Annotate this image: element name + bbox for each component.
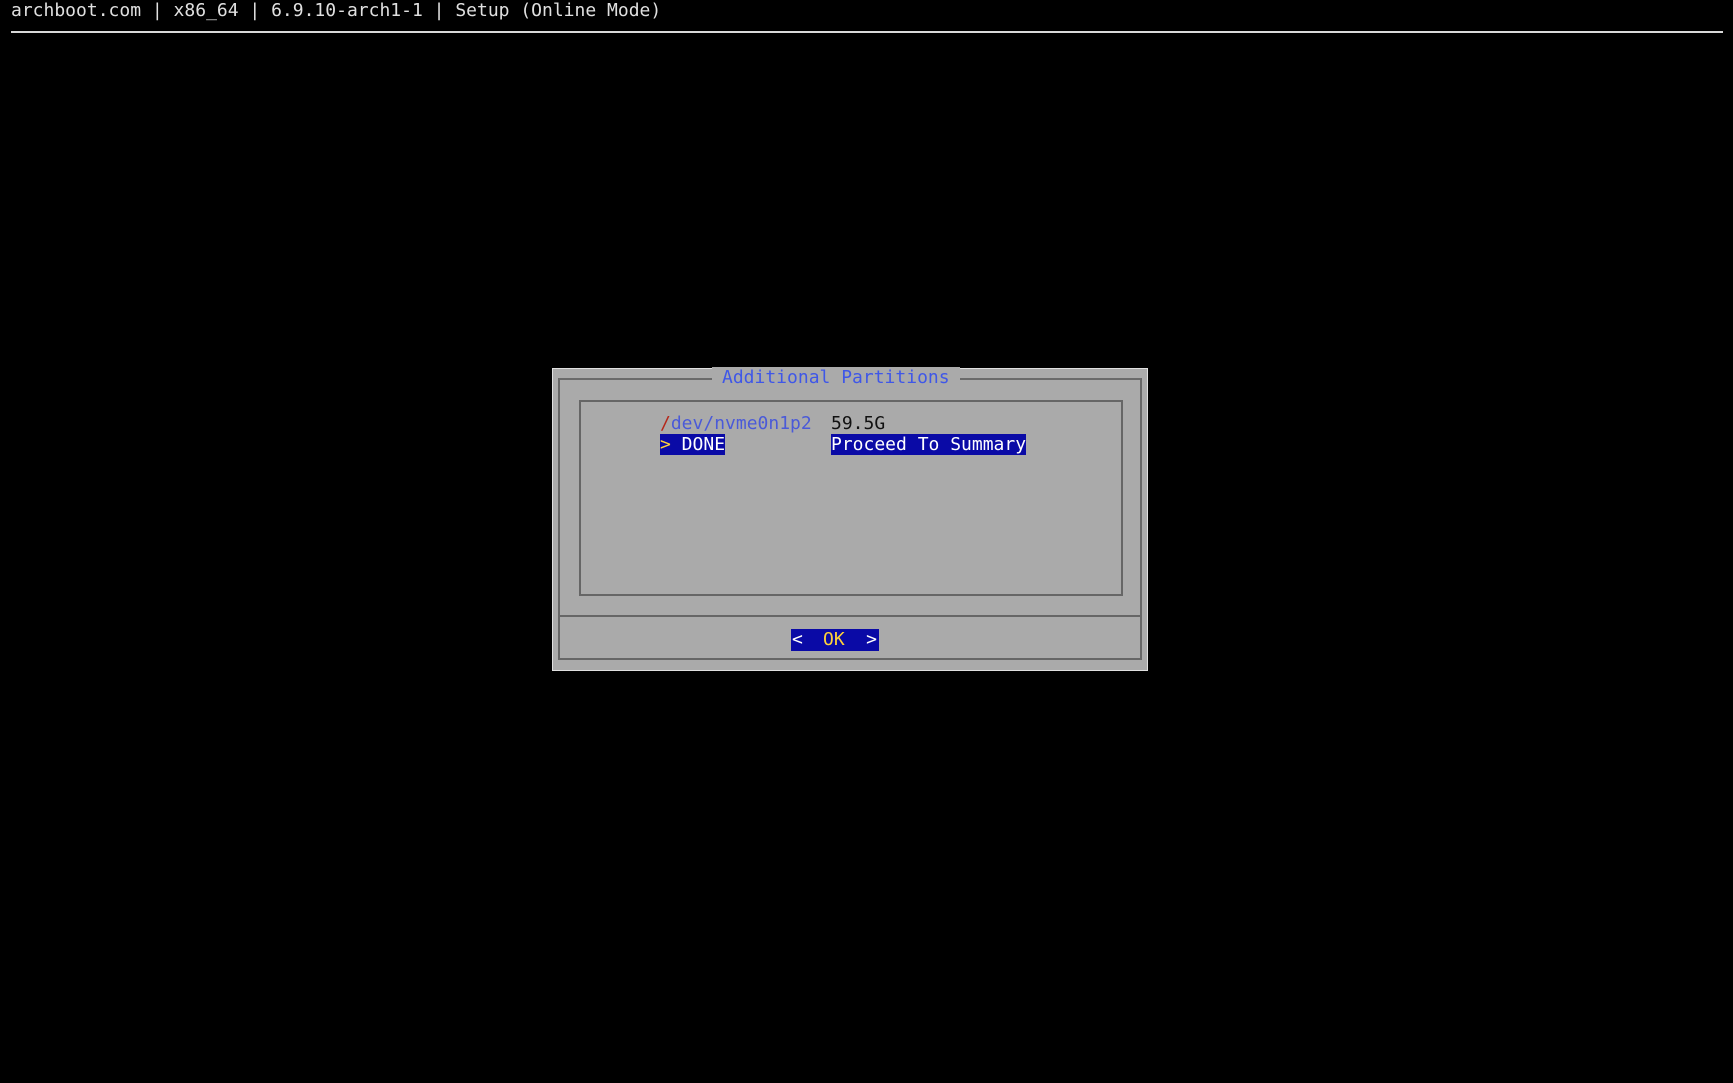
menu-item-done[interactable]: > DONE Proceed To Summary	[660, 434, 1027, 455]
menu-item-size: 59.5G	[831, 413, 886, 434]
ok-button-label-rest: K	[833, 629, 845, 650]
ok-button-left-bracket: <	[792, 629, 803, 650]
menu-item-tag-selected[interactable]: > DONE	[660, 434, 726, 455]
header-divider	[11, 31, 1723, 33]
menu-item-tag-label: dev/nvme0n1p2	[670, 413, 812, 434]
menu-item-nvme0n1p2[interactable]: /dev/nvme0n1p2 59.5G	[660, 413, 885, 434]
ok-button-hotkey: O	[823, 629, 834, 650]
dialog-title: Additional Partitions	[712, 367, 960, 389]
ok-button[interactable]: < OK >	[791, 629, 879, 651]
ok-button-right-bracket: >	[866, 629, 877, 650]
menu-item-tag-hotkey: >	[660, 434, 671, 455]
header-status-line: archboot.com | x86_64 | 6.9.10-arch1-1 |…	[11, 0, 662, 21]
menu-item-description-selected[interactable]: Proceed To Summary	[831, 434, 1027, 455]
ok-button-label: OK	[823, 629, 845, 651]
menu-item-tag-label: DONE	[670, 434, 726, 455]
additional-partitions-dialog: Additional Partitions /dev/nvme0n1p2 59.…	[552, 367, 1148, 671]
menu-item-tag[interactable]: /dev/nvme0n1p2	[660, 413, 812, 434]
menu-item-tag-hotkey: /	[660, 413, 671, 434]
button-area-divider	[558, 615, 1142, 617]
partition-menu: /dev/nvme0n1p2 59.5G > DONE Proceed To S…	[579, 400, 1123, 596]
